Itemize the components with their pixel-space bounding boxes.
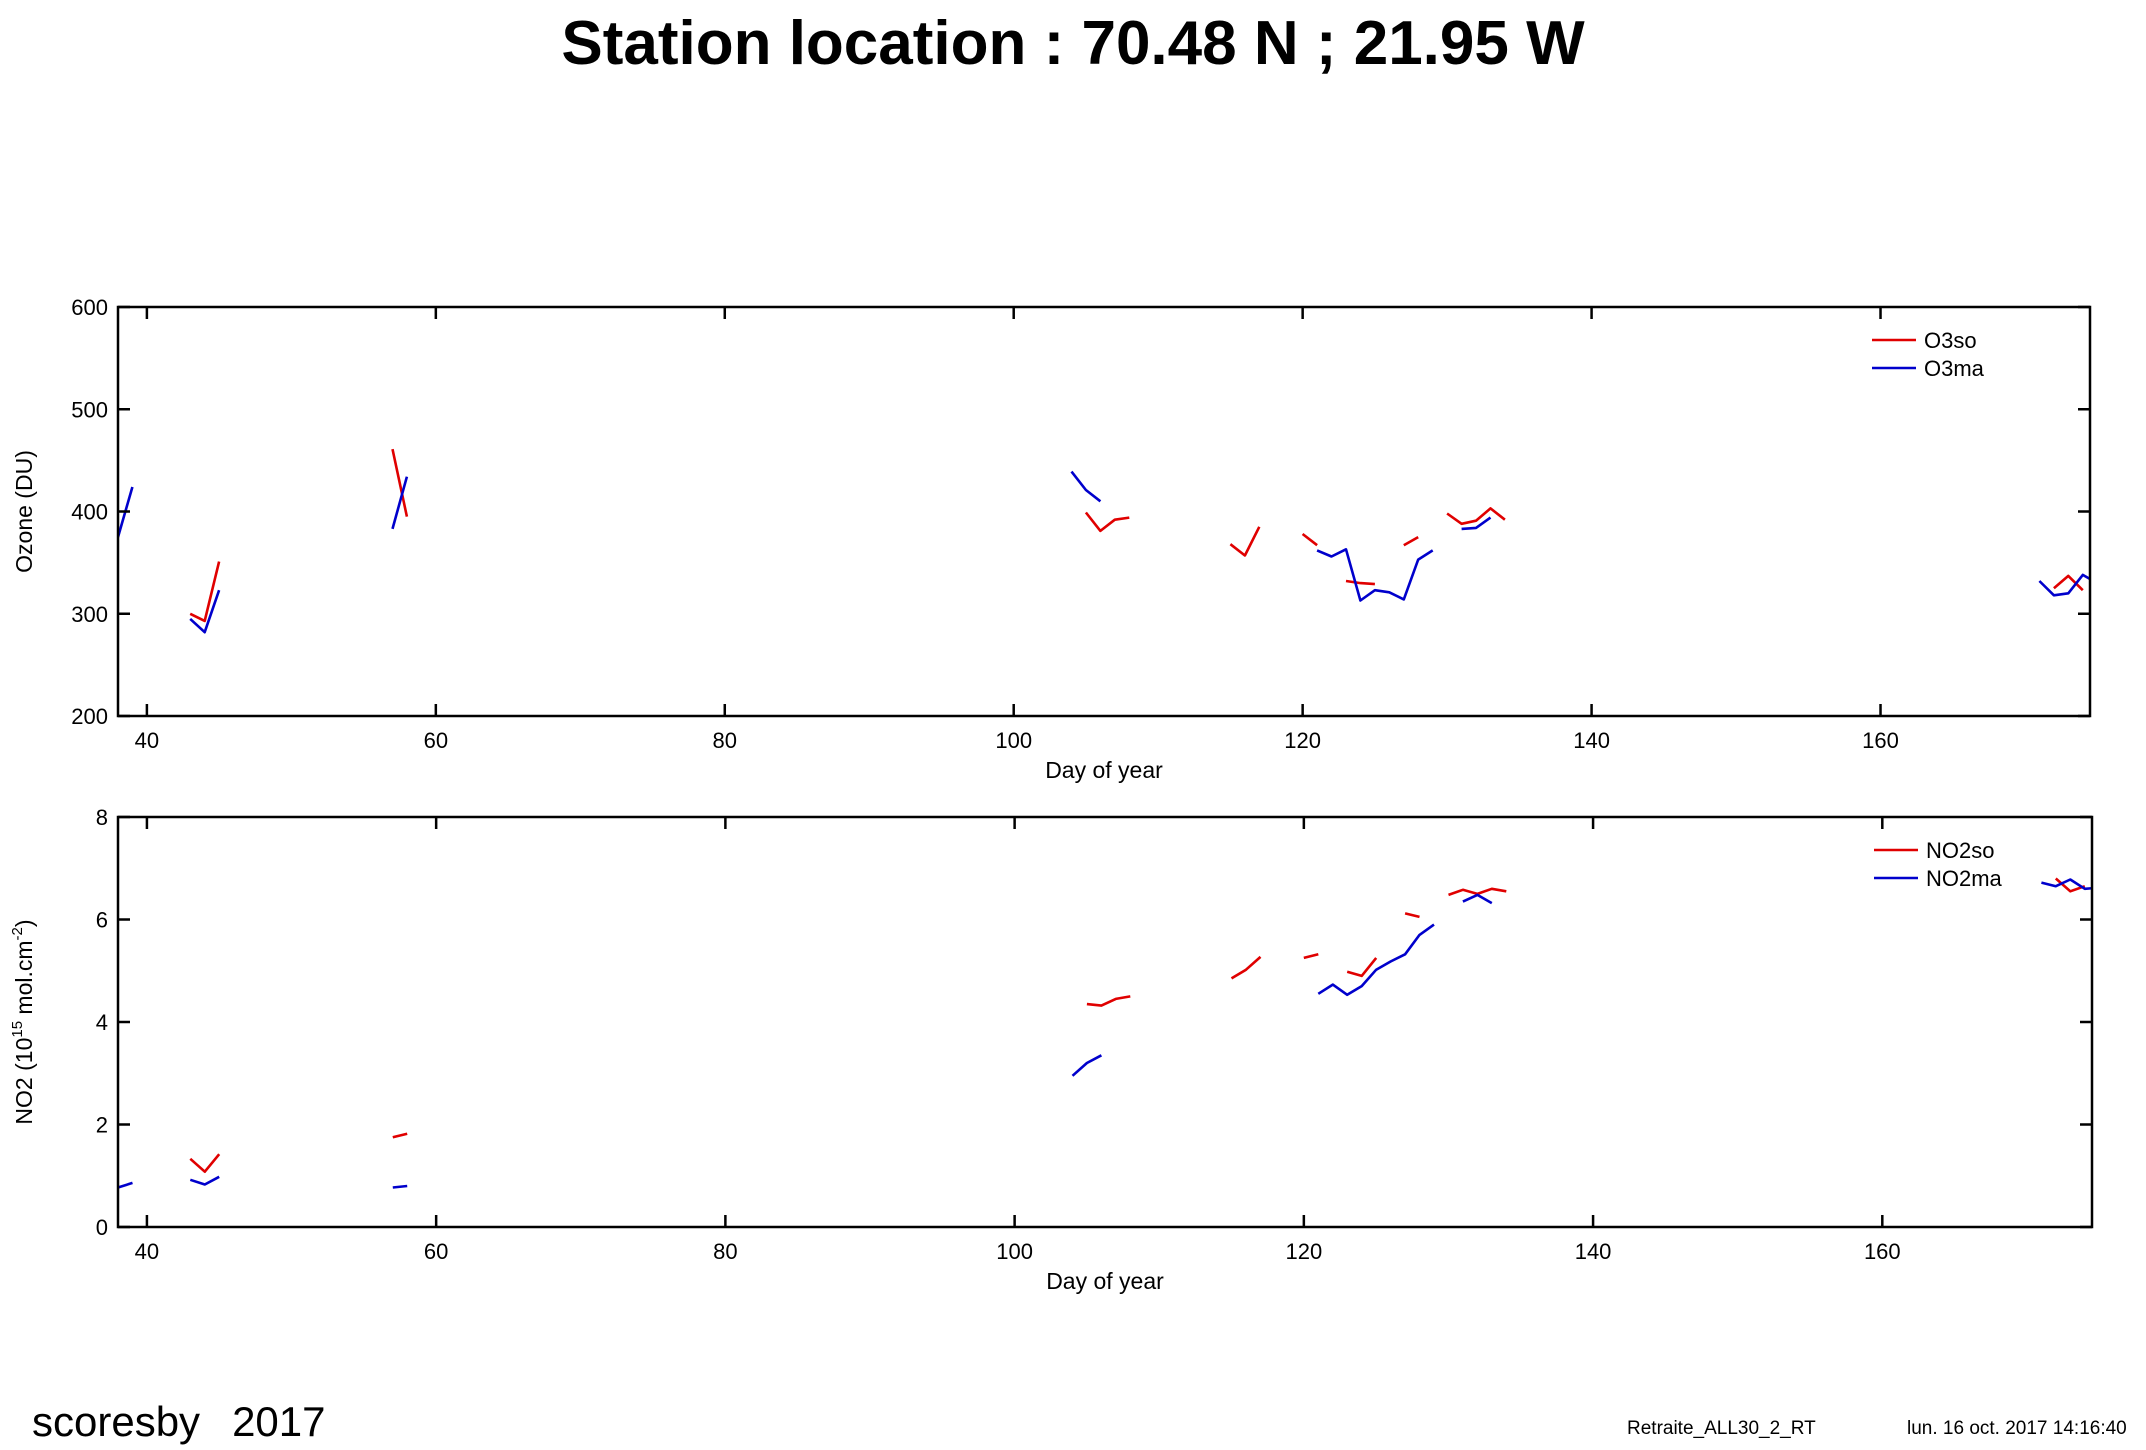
series-NO2ma-segment-6	[1462, 893, 1493, 905]
y-axis-label: NO2 (1015 mol.cm-2)	[9, 919, 37, 1124]
series-O3so-segment-5	[1301, 532, 1318, 547]
series-O3ma-segment-2	[189, 589, 221, 634]
legend-label-O3so: O3so	[1924, 328, 1977, 353]
series-O3so-segment-4	[1229, 526, 1261, 557]
y-tick-label: 2	[96, 1113, 108, 1138]
footer-station: scoresby 2017	[32, 1398, 326, 1446]
series-O3so-segment-7	[1403, 535, 1419, 547]
legend-label-O3ma: O3ma	[1924, 356, 1985, 381]
x-tick-label: 160	[1864, 1239, 1901, 1264]
y-tick-label: 300	[71, 602, 108, 627]
series-O3so-segment-1	[189, 561, 221, 623]
series-NO2ma-segment-4	[1071, 1054, 1103, 1077]
x-tick-label: 40	[135, 1239, 159, 1264]
series-O3so-segment-3	[1084, 511, 1130, 533]
x-tick-label: 140	[1573, 728, 1610, 753]
series-NO2so-segment-4	[1230, 955, 1262, 980]
footer-run-id: Retraite_ALL30_2_RT	[1627, 1418, 1816, 1439]
series-O3ma-segment-4	[1070, 470, 1102, 503]
station-year: 2017	[232, 1398, 326, 1445]
x-tick-label: 160	[1862, 728, 1899, 753]
y-tick-label: 400	[71, 500, 108, 525]
x-tick-label: 100	[995, 728, 1032, 753]
x-tick-label: 60	[424, 728, 448, 753]
x-tick-label: 100	[996, 1239, 1033, 1264]
series-NO2ma-segment-3	[392, 1184, 408, 1189]
series-O3ma-segment-5	[1316, 547, 1434, 602]
x-tick-label: 120	[1285, 1239, 1322, 1264]
charts-canvas: 40 60 80 100 120 140 160200300400500600Day of …	[9, 295, 2094, 1294]
y-tick-label: 200	[71, 704, 108, 729]
series-NO2ma-segment-2	[189, 1175, 220, 1186]
legend-label-NO2so: NO2so	[1926, 838, 1994, 863]
series-O3so-segment-8	[1446, 507, 1506, 526]
series-NO2so-segment-7	[1404, 912, 1420, 919]
legend-label-NO2ma: NO2ma	[1926, 866, 2003, 891]
series-NO2so-segment-3	[1086, 995, 1131, 1007]
y-tick-label: 6	[96, 908, 108, 933]
x-axis-label: Day of year	[1046, 1268, 1164, 1294]
plot-frame	[116, 815, 2094, 1229]
series-O3ma-segment-7	[2038, 573, 2090, 597]
series-NO2so-segment-5	[1303, 953, 1319, 960]
series-NO2so-segment-2	[392, 1132, 408, 1139]
footer-timestamp: lun. 16 oct. 2017 14:16:40	[1907, 1418, 2127, 1439]
x-tick-label: 60	[424, 1239, 448, 1264]
chart-panel-2: 40 60 80 100 120 140 160 0 2 4 6 8 Day of year NO2 (1…	[9, 805, 2094, 1294]
series-NO2ma-segment-7	[2041, 878, 2092, 891]
y-tick-label: 500	[71, 397, 108, 422]
series-group	[118, 877, 2092, 1189]
x-axis-label: Day of year	[1045, 757, 1163, 783]
chart-panel-1: 40 60 80 100 120 140 160 200 300 400 500 600 Day of …	[11, 295, 2092, 783]
series-NO2ma-segment-1	[118, 1181, 133, 1189]
x-tick-label: 80	[713, 728, 737, 753]
x-tick-label: 80	[713, 1239, 737, 1264]
y-tick-label: 8	[96, 805, 108, 830]
y-tick-label: 0	[96, 1215, 108, 1240]
plot-frame	[116, 305, 2092, 718]
x-tick-label: 140	[1575, 1239, 1612, 1264]
series-O3so-segment-9	[2053, 574, 2084, 592]
series-O3so-segment-6	[1345, 579, 1375, 586]
y-tick-label: 4	[96, 1010, 108, 1035]
x-tick-label: 40	[135, 728, 159, 753]
y-axis-label: Ozone (DU)	[11, 450, 37, 573]
x-tick-label: 120	[1284, 728, 1321, 753]
series-group	[118, 448, 2090, 634]
series-NO2so-segment-1	[189, 1153, 221, 1173]
y-tick-label: 600	[71, 295, 108, 320]
station-name: scoresby	[32, 1398, 201, 1445]
